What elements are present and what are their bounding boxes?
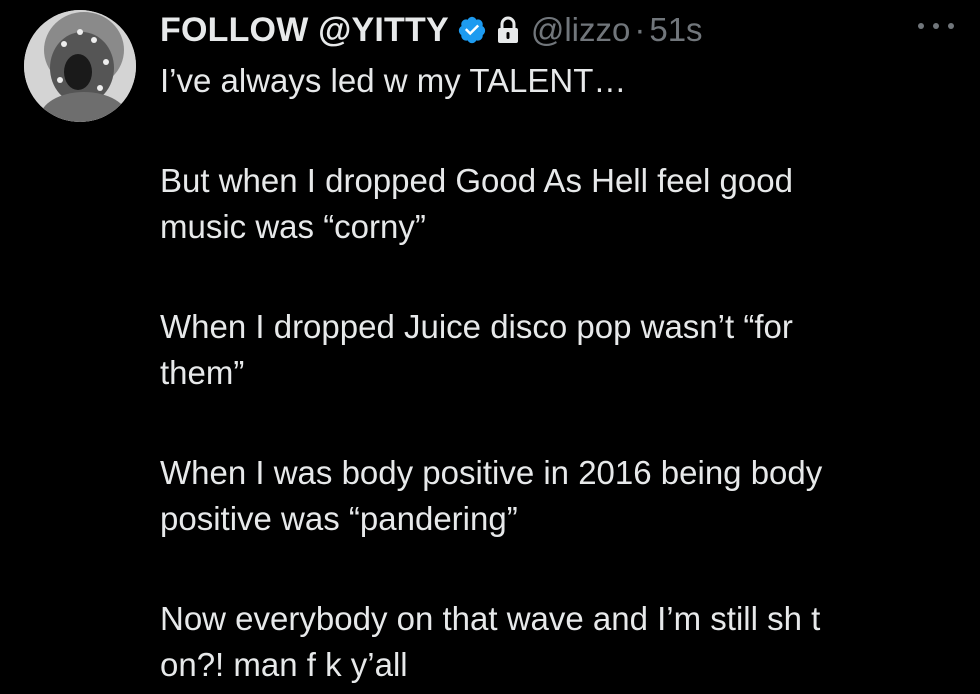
avatar[interactable] (24, 10, 136, 122)
tweet-line: positive was “pandering” (160, 500, 518, 537)
display-name[interactable]: FOLLOW @YITTY (160, 11, 449, 50)
lock-icon (495, 15, 521, 45)
tweet-line: them” (160, 354, 245, 391)
tweet-line: I’ve always led w my TALENT… (160, 62, 627, 99)
separator-dot: · (634, 11, 646, 48)
handle[interactable]: @lizzo (531, 11, 631, 49)
tweet-line: music was “corny” (160, 208, 426, 245)
tweet-line: But when I dropped Good As Hell feel goo… (160, 162, 793, 199)
more-dot (918, 23, 924, 29)
tweet[interactable]: FOLLOW @YITTY @lizzo · 51s I’ve always l… (0, 0, 980, 694)
more-dot (948, 23, 954, 29)
tweet-line: Now everybody on that wave and I’m still… (160, 600, 821, 637)
tweet-line: on?! man f k y’all (160, 646, 408, 683)
tweet-header: FOLLOW @YITTY @lizzo · 51s (160, 8, 703, 52)
tweet-line: When I was body positive in 2016 being b… (160, 454, 823, 491)
more-dot (933, 23, 939, 29)
more-options-icon[interactable] (918, 16, 954, 36)
tweet-line: When I dropped Juice disco pop wasn’t “f… (160, 308, 793, 345)
verified-badge-icon (457, 15, 487, 45)
timestamp[interactable]: 51s (649, 11, 702, 49)
tweet-text: I’ve always led w my TALENT… But when I … (160, 58, 960, 688)
avatar-image (24, 10, 136, 122)
